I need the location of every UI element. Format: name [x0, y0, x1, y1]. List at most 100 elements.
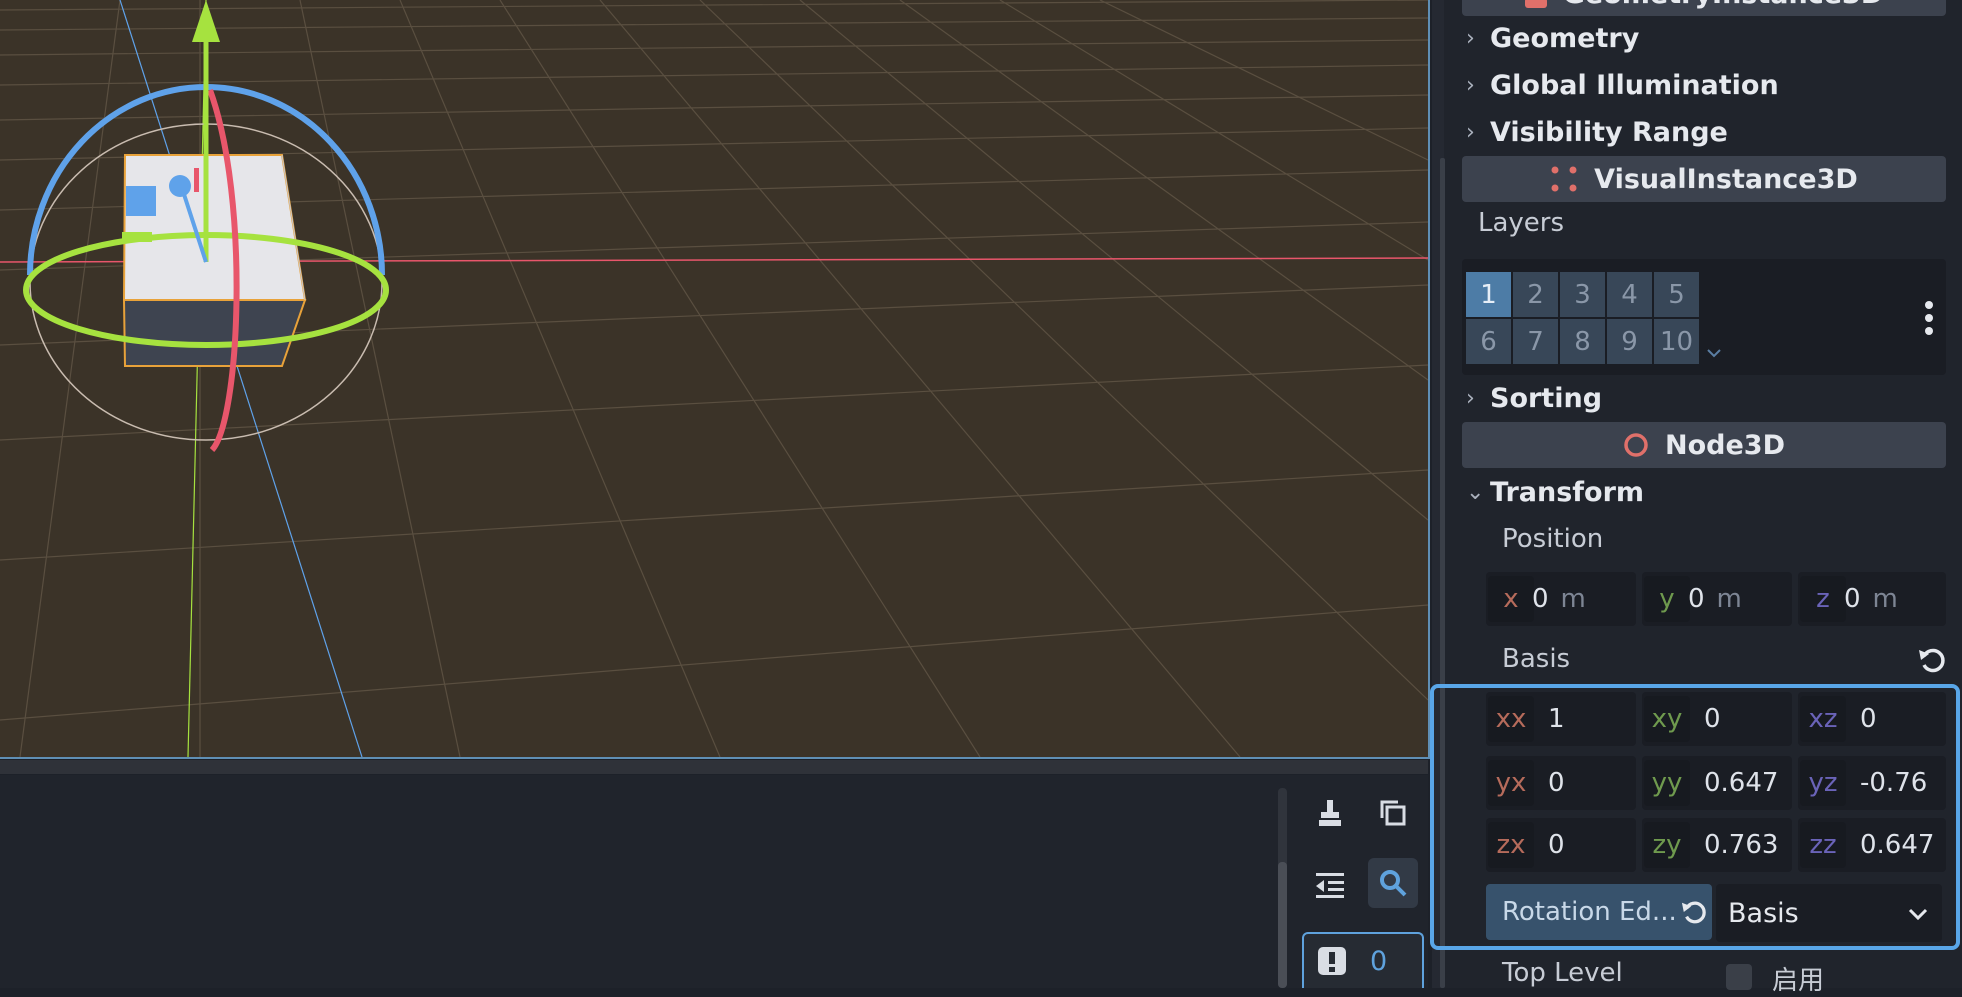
basis-zx-field[interactable]: zx 0 [1486, 818, 1636, 872]
geometry-instance-header: GeometryInstance3D [1462, 0, 1946, 16]
move-gizmo-z-handle[interactable] [169, 175, 191, 197]
layer-toggle-4[interactable]: 4 [1607, 272, 1652, 317]
visibility-range-label: Visibility Range [1490, 116, 1728, 148]
layers-expand-chevron-icon[interactable] [1706, 348, 1722, 358]
basis-xz-field[interactable]: xz 0 [1798, 692, 1946, 746]
visual-instance-header: VisualInstance3D [1462, 156, 1946, 202]
basis-xz-tag: xz [1800, 696, 1846, 742]
top-level-checkbox[interactable] [1726, 964, 1752, 990]
clear-icon [1319, 800, 1341, 826]
y-axis-line [187, 0, 207, 757]
node3d-header: Node3D [1462, 422, 1946, 468]
geometry-section[interactable]: › Geometry [1466, 18, 1639, 58]
position-x-unit: m [1560, 584, 1586, 614]
transform-section[interactable]: ⌄ Transform [1466, 472, 1644, 512]
basis-zy-field[interactable]: zy 0.763 [1642, 818, 1792, 872]
layer-toggle-8[interactable]: 8 [1560, 319, 1605, 364]
visibility-range-section[interactable]: › Visibility Range [1466, 112, 1728, 152]
layer-toggle-5[interactable]: 5 [1654, 272, 1699, 317]
top-level-label: Top Level [1502, 958, 1623, 988]
position-z-tag: z [1800, 576, 1846, 622]
position-y-field[interactable]: y 0m [1642, 572, 1792, 626]
z-axis-line [119, 0, 363, 757]
reset-icon[interactable] [1918, 646, 1946, 674]
visual-instance-title: VisualInstance3D [1594, 163, 1858, 195]
basis-yy-value: 0.647 [1704, 768, 1779, 798]
panel-divider[interactable] [0, 760, 1428, 774]
rotation-edit-mode-button[interactable]: Rotation Ed... [1486, 884, 1712, 940]
basis-yy-field[interactable]: yy 0.647 [1642, 756, 1792, 810]
position-x-tag: x [1488, 576, 1534, 622]
global-illumination-section[interactable]: › Global Illumination [1466, 65, 1779, 105]
chevron-down-icon [1908, 908, 1928, 920]
reset-icon[interactable] [1681, 899, 1707, 925]
plane-gizmo-xy[interactable] [122, 232, 152, 242]
3d-viewport[interactable] [0, 0, 1430, 759]
output-panel [0, 775, 1428, 988]
node3d-title: Node3D [1665, 429, 1785, 461]
node3d-icon [1624, 433, 1648, 457]
collapse-icon [1316, 873, 1344, 898]
basis-zx-value: 0 [1548, 830, 1565, 860]
position-label: Position [1502, 524, 1604, 554]
basis-zz-value: 0.647 [1860, 830, 1935, 860]
layer-toggle-2[interactable]: 2 [1513, 272, 1558, 317]
visual-instance-icon [1551, 166, 1577, 192]
chevron-down-icon: ⌄ [1466, 479, 1485, 505]
layer-toggle-9[interactable]: 9 [1607, 319, 1652, 364]
position-x-field[interactable]: x 0m [1486, 572, 1636, 626]
top-level-checkbox-label: 启用 [1772, 966, 1825, 996]
layer-toggle-7[interactable]: 7 [1513, 319, 1558, 364]
basis-yz-field[interactable]: yz -0.76 [1798, 756, 1946, 810]
global-illumination-label: Global Illumination [1490, 69, 1779, 101]
warnings-filter-toggle[interactable]: 0 [1302, 932, 1424, 988]
plane-gizmo-xz[interactable] [126, 186, 156, 216]
layer-toggle-10[interactable]: 10 [1654, 319, 1699, 364]
copy-icon [1380, 800, 1406, 826]
chevron-right-icon: › [1466, 25, 1475, 51]
basis-zz-tag: zz [1800, 822, 1846, 868]
basis-xx-tag: xx [1488, 696, 1534, 742]
rotation-edit-mode-select[interactable]: Basis [1716, 884, 1942, 942]
layers-label: Layers [1478, 208, 1565, 238]
basis-xx-field[interactable]: xx 1 [1486, 692, 1636, 746]
layer-toggle-3[interactable]: 3 [1560, 272, 1605, 317]
basis-xx-value: 1 [1548, 704, 1565, 734]
basis-xy-field[interactable]: xy 0 [1642, 692, 1792, 746]
basis-yy-tag: yy [1644, 760, 1690, 806]
output-scrollbar-thumb[interactable] [1278, 862, 1287, 988]
position-y-tag: y [1644, 576, 1690, 622]
basis-zx-tag: zx [1488, 822, 1534, 868]
position-z-value: 0 [1844, 584, 1861, 614]
position-z-unit: m [1872, 584, 1898, 614]
clear-output-button[interactable] [1305, 788, 1355, 838]
mesh-node-icon [1524, 0, 1547, 8]
move-gizmo-y-arrowhead[interactable] [192, 0, 220, 42]
layer-toggle-6[interactable]: 6 [1466, 319, 1511, 364]
basis-xy-tag: xy [1644, 696, 1690, 742]
layer-toggle-1[interactable]: 1 [1466, 272, 1511, 317]
warning-count: 0 [1370, 945, 1388, 977]
position-y-value: 0 [1688, 584, 1705, 614]
basis-xz-value: 0 [1860, 704, 1877, 734]
chevron-right-icon: › [1466, 72, 1475, 98]
plane-gizmo-yz[interactable] [194, 168, 199, 192]
warning-icon [1318, 947, 1346, 975]
sorting-section[interactable]: › Sorting [1466, 378, 1602, 418]
more-icon[interactable] [1924, 300, 1934, 336]
basis-zy-tag: zy [1644, 822, 1690, 868]
basis-yx-field[interactable]: yx 0 [1486, 756, 1636, 810]
collapse-output-button[interactable] [1305, 860, 1355, 910]
basis-yz-tag: yz [1800, 760, 1846, 806]
copy-output-button[interactable] [1368, 788, 1418, 838]
position-y-unit: m [1716, 584, 1742, 614]
basis-zz-field[interactable]: zz 0.647 [1798, 818, 1946, 872]
chevron-right-icon: › [1466, 385, 1475, 411]
basis-yx-value: 0 [1548, 768, 1565, 798]
basis-xy-value: 0 [1704, 704, 1721, 734]
geometry-section-label: Geometry [1490, 22, 1640, 54]
sorting-label: Sorting [1490, 382, 1603, 414]
search-output-button[interactable] [1368, 858, 1418, 908]
floor-grid [0, 0, 1428, 757]
position-z-field[interactable]: z 0m [1798, 572, 1946, 626]
